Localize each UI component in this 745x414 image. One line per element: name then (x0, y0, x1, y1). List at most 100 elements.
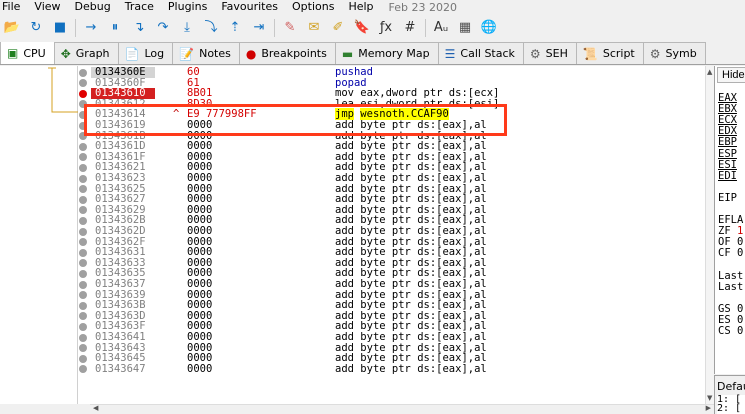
symbols-icon: ⚙ (649, 46, 661, 61)
comments-icon[interactable]: ✉ (303, 18, 325, 38)
row-operands: byte ptr ds:[eax],al (360, 362, 487, 375)
run-to-user-code-icon[interactable]: ⇥ (248, 18, 270, 38)
breakpoint-dot-icon[interactable] (79, 291, 87, 300)
breakpoint-dot-icon[interactable] (79, 269, 87, 278)
menu-help[interactable]: Help (341, 0, 380, 14)
patches-icon[interactable]: ✎ (279, 18, 301, 38)
disasm-row[interactable]: 0134360E 60 pushad (90, 67, 705, 78)
menu-bar: File View Debug Trace Plugins Favourites Optio… (0, 0, 745, 14)
bookmarks-icon[interactable]: 🔖 (351, 18, 373, 38)
breakpoint-dot-icon[interactable] (79, 354, 87, 363)
call-stack-icon: ☰ (444, 46, 456, 61)
breakpoint-set-icon[interactable] (79, 89, 87, 98)
hash-icon[interactable]: # (399, 18, 421, 38)
breakpoint-dot-icon[interactable] (79, 280, 87, 289)
tab-symb[interactable]: ⚙ Symb (642, 42, 706, 64)
scroll-left-icon[interactable]: ◀ (93, 404, 98, 412)
breakpoint-dot-icon[interactable] (79, 195, 87, 204)
row-address: 01343647 (95, 362, 146, 375)
breakpoint-dot-icon[interactable] (79, 216, 87, 225)
stop-icon[interactable]: ■ (49, 18, 71, 38)
tab-label: Symb (665, 47, 697, 60)
breakpoint-dot-icon[interactable] (79, 344, 87, 353)
tab-label: Memory Map (358, 47, 430, 60)
disasm-row[interactable]: 01343647 0000 add byte ptr ds:[eax],al (90, 362, 705, 375)
breakpoint-dot-icon[interactable] (79, 312, 87, 321)
row-address: 01343637 (95, 278, 146, 290)
disassembly-horizontal-scrollbar[interactable]: ◀ ▶ (90, 404, 714, 414)
breakpoint-dot-icon[interactable] (79, 227, 87, 236)
register-esp[interactable]: ESP (718, 148, 737, 160)
register-edi[interactable]: EDI (718, 170, 737, 182)
tab-graph[interactable]: ✥ Graph (53, 42, 119, 64)
register-last[interactable]: Last (718, 281, 743, 293)
globe-icon[interactable]: 🌐 (478, 18, 500, 38)
register-cf[interactable]: CF 0 (718, 248, 743, 259)
tab-memory-map[interactable]: ▬ Memory Map (334, 42, 439, 64)
functions-icon[interactable]: ƒx (375, 18, 397, 38)
scroll-right-icon[interactable]: ▶ (706, 404, 711, 412)
tab-seh[interactable]: ⚙ SEH (522, 42, 577, 64)
tab-label: SEH (545, 47, 568, 60)
menu-plugins[interactable]: Plugins (161, 0, 214, 14)
breakpoint-dot-icon[interactable] (79, 142, 87, 151)
tab-call-stack[interactable]: ☰ Call Stack (437, 42, 524, 64)
tab-log[interactable]: 📄 Log (117, 42, 174, 64)
jump-arrow-lines (48, 67, 78, 113)
calculator-icon[interactable]: ▦ (454, 18, 476, 38)
breakpoint-dot-icon[interactable] (79, 79, 87, 88)
row-instruction: add byte ptr ds:[eax],al (335, 362, 487, 375)
breakpoint-dot-icon[interactable] (79, 333, 87, 342)
register-last[interactable]: Last (718, 270, 743, 282)
menu-debug[interactable]: Debug (68, 0, 118, 14)
step-into-icon[interactable]: ↴ (128, 18, 150, 38)
menu-file[interactable]: File (0, 0, 27, 14)
breakpoint-dot-icon[interactable] (79, 174, 87, 183)
breakpoint-dot-icon[interactable] (79, 322, 87, 331)
trace-into-icon[interactable]: ⤓ (176, 18, 198, 38)
open-icon[interactable]: 📂 (1, 18, 23, 38)
toolbar-separator (75, 18, 76, 37)
breakpoint-dot-icon[interactable] (79, 248, 87, 257)
memory-map-icon: ▬ (341, 46, 354, 61)
breakpoint-dot-icon[interactable] (79, 206, 87, 215)
register-cs[interactable]: CS 0 (718, 326, 743, 337)
breakpoint-dot-icon[interactable] (79, 365, 87, 374)
disassembly-vertical-scrollbar[interactable]: ▲ ▼ (705, 66, 714, 404)
restart-icon[interactable]: ↻ (25, 18, 47, 38)
tab-notes[interactable]: 📝 Notes (172, 42, 240, 64)
breakpoint-dot-icon[interactable] (79, 301, 87, 310)
left-bottom-filler (0, 404, 90, 414)
hide-fpu-button[interactable]: Hide (717, 67, 745, 83)
pause-icon[interactable]: ⏸ (104, 18, 126, 38)
breakpoint-dot-icon[interactable] (79, 238, 87, 247)
breakpoint-dot-icon[interactable] (79, 185, 87, 194)
scroll-up-icon[interactable]: ▲ (707, 68, 712, 76)
row-bytes: 60 (187, 66, 200, 78)
breakpoint-dot-icon[interactable] (79, 259, 87, 268)
register-eip[interactable]: EIP (718, 192, 737, 204)
register-esi[interactable]: ESI (718, 159, 737, 171)
default-panel-line[interactable]: 2: [ (717, 404, 745, 414)
font-icon[interactable]: Aᵤ (430, 18, 452, 38)
register-ebp[interactable]: EBP (718, 137, 737, 148)
breakpoint-dot-icon[interactable] (79, 163, 87, 172)
breakpoint-icon: ● (245, 46, 257, 61)
execute-till-return-icon[interactable]: ⇡ (224, 18, 246, 38)
menu-view[interactable]: View (27, 0, 67, 14)
trace-over-icon[interactable]: ⤵ (200, 18, 222, 38)
tab-breakpoints[interactable]: ● Breakpoints (238, 42, 336, 64)
tab-script[interactable]: 📜 Script (575, 42, 644, 64)
jump-arrow-gutter (0, 66, 78, 404)
step-over-icon[interactable]: ↷ (152, 18, 174, 38)
menu-options[interactable]: Options (285, 0, 341, 14)
menu-trace[interactable]: Trace (118, 0, 161, 14)
breakpoint-dot-icon[interactable] (79, 68, 87, 77)
breakpoint-dot-icon[interactable] (79, 153, 87, 162)
scroll-down-icon[interactable]: ▼ (707, 394, 712, 402)
menu-favourites[interactable]: Favourites (214, 0, 285, 14)
build-date-label: Feb 23 2020 (388, 0, 457, 14)
labels-icon[interactable]: ✐ (327, 18, 349, 38)
run-icon[interactable]: → (80, 18, 102, 38)
tab-cpu[interactable]: ▣ CPU (0, 42, 55, 64)
